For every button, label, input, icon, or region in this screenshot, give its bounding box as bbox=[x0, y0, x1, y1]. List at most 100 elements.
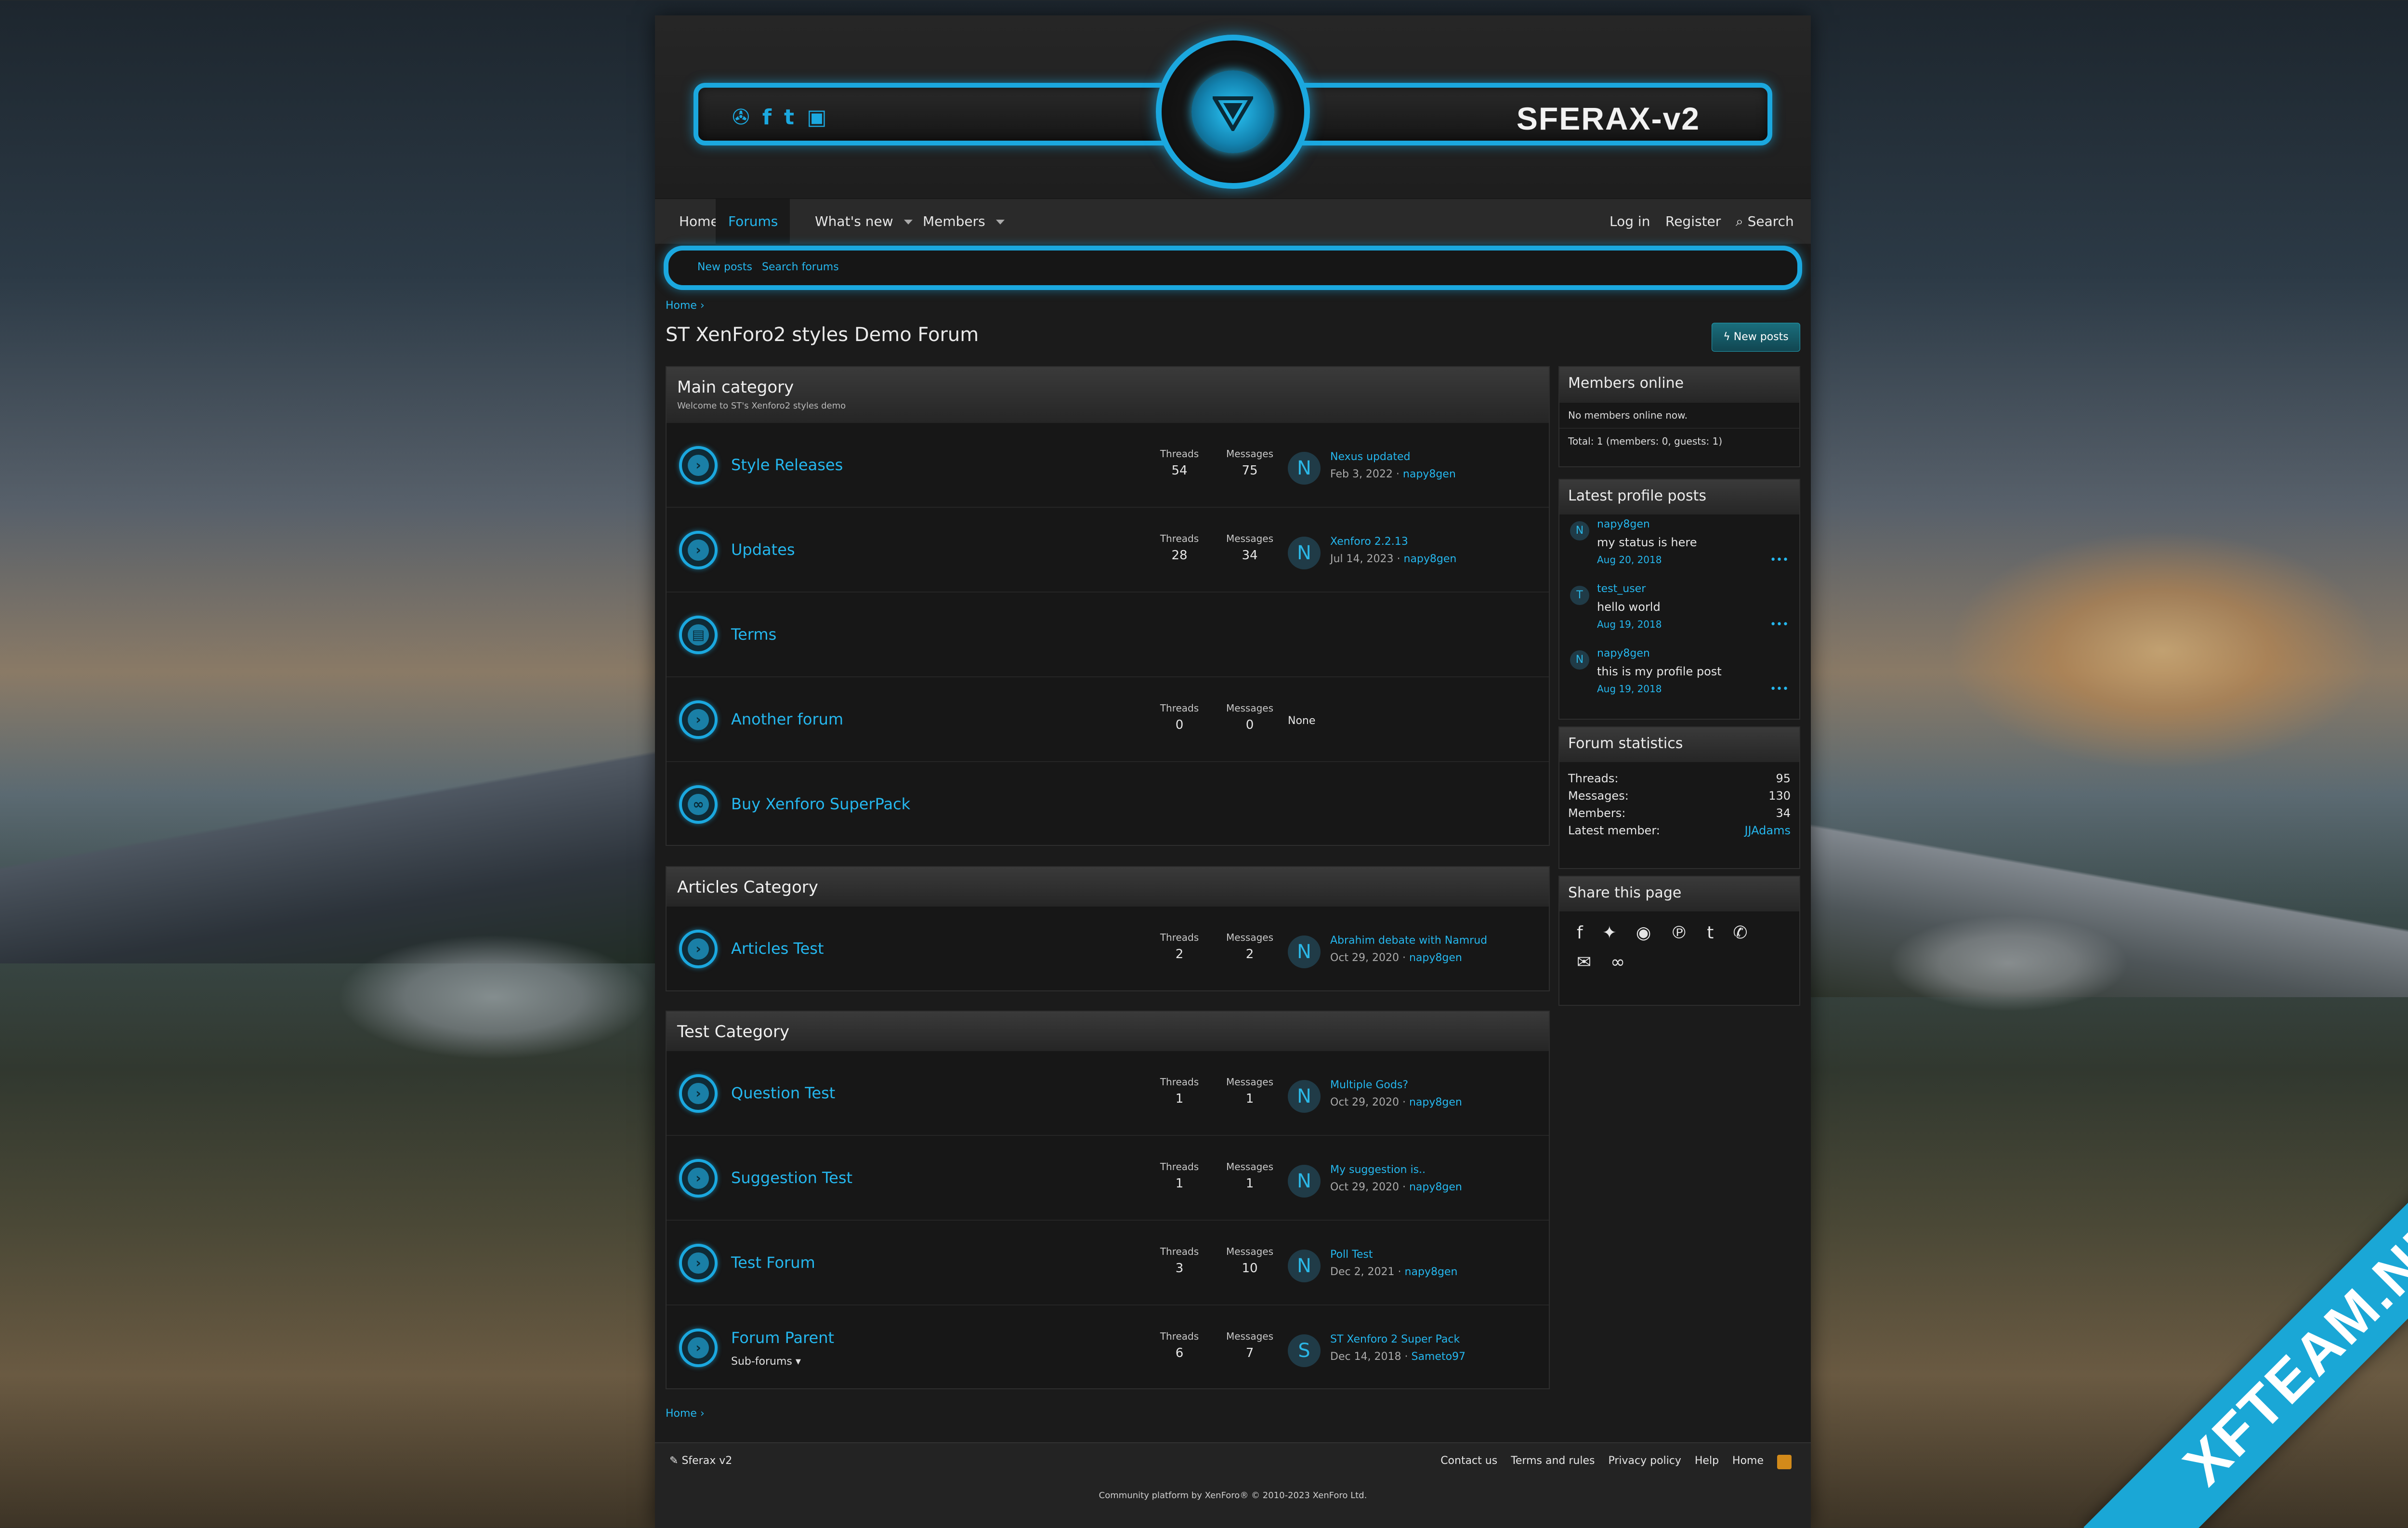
nav-whats-new[interactable]: What's new bbox=[802, 199, 925, 244]
forum-title[interactable]: Terms bbox=[731, 625, 776, 644]
last-post-title[interactable]: Nexus updated bbox=[1330, 451, 1411, 463]
forum-title[interactable]: Test Forum bbox=[731, 1253, 815, 1272]
last-post-title[interactable]: Xenforo 2.2.13 bbox=[1330, 536, 1408, 548]
subnav-search-forums[interactable]: Search forums bbox=[762, 261, 839, 273]
forum-title[interactable]: Suggestion Test bbox=[731, 1169, 852, 1187]
footer-home[interactable]: Home bbox=[1732, 1455, 1764, 1469]
widget-profile-posts: Latest profile posts N napy8gen my statu… bbox=[1558, 479, 1800, 720]
twitter-icon[interactable]: t bbox=[784, 107, 794, 128]
email-icon[interactable]: ✉ bbox=[1577, 952, 1591, 972]
avatar[interactable]: N bbox=[1288, 1165, 1321, 1198]
nav-members[interactable]: Members bbox=[910, 199, 1017, 244]
footer-contact[interactable]: Contact us bbox=[1440, 1455, 1497, 1469]
rss-icon[interactable] bbox=[1777, 1455, 1792, 1469]
widget-title[interactable]: Members online bbox=[1559, 367, 1799, 402]
forum-title[interactable]: Buy Xenforo SuperPack bbox=[731, 795, 910, 813]
forum-title[interactable]: Question Test bbox=[731, 1084, 835, 1102]
new-posts-button[interactable]: ϟ New posts bbox=[1712, 323, 1800, 352]
messages-count: 0 bbox=[1245, 718, 1254, 732]
last-post-meta: Jul 14, 2023 · napy8gen bbox=[1330, 553, 1457, 565]
profile-post-user[interactable]: test_user bbox=[1597, 583, 1646, 595]
subforums-toggle[interactable]: Sub-forums ▾ bbox=[731, 1356, 801, 1368]
profile-post-user[interactable]: napy8gen bbox=[1597, 518, 1650, 530]
share-buttons-row2: ✉ ∞ bbox=[1559, 948, 1799, 978]
last-post-title[interactable]: Poll Test bbox=[1330, 1249, 1373, 1261]
facebook-icon[interactable]: f bbox=[1577, 923, 1583, 943]
footer-help[interactable]: Help bbox=[1695, 1455, 1719, 1469]
profile-post-date[interactable]: Aug 20, 2018 bbox=[1597, 554, 1662, 566]
profile-post: T test_user hello world Aug 19, 2018 ••• bbox=[1559, 579, 1799, 644]
brush-icon: ✎ bbox=[669, 1455, 682, 1467]
last-post-user[interactable]: Sameto97 bbox=[1412, 1351, 1466, 1363]
sub-nav: New posts Search forums bbox=[664, 246, 1802, 290]
messages-label: Messages bbox=[1226, 533, 1274, 544]
stat-row: Threads: 95 bbox=[1568, 772, 1791, 785]
forum-title[interactable]: Updates bbox=[731, 540, 795, 559]
profile-post: N napy8gen my status is here Aug 20, 201… bbox=[1559, 514, 1799, 579]
steam-icon[interactable]: ✇ bbox=[732, 107, 750, 128]
more-icon[interactable]: ••• bbox=[1770, 683, 1789, 695]
avatar[interactable]: N bbox=[1288, 452, 1321, 485]
avatar[interactable]: N bbox=[1288, 537, 1321, 569]
profile-post-date[interactable]: Aug 19, 2018 bbox=[1597, 619, 1662, 630]
footer-privacy[interactable]: Privacy policy bbox=[1608, 1455, 1681, 1469]
avatar[interactable]: N bbox=[1288, 935, 1321, 968]
profile-post-user[interactable]: napy8gen bbox=[1597, 647, 1650, 659]
avatar[interactable]: S bbox=[1288, 1334, 1321, 1367]
avatar[interactable]: N bbox=[1570, 521, 1589, 540]
facebook-icon[interactable]: f bbox=[762, 107, 772, 128]
nav-forums[interactable]: Forums bbox=[716, 199, 790, 244]
nav-register[interactable]: Register bbox=[1653, 199, 1733, 244]
breadcrumb-footer[interactable]: Home › bbox=[666, 1408, 705, 1420]
style-chooser[interactable]: ✎ Sferax v2 bbox=[669, 1455, 732, 1467]
pinterest-icon[interactable]: ℗ bbox=[1670, 923, 1688, 943]
last-post-title[interactable]: My suggestion is.. bbox=[1330, 1164, 1426, 1176]
threads-label: Threads bbox=[1160, 702, 1199, 714]
forum-title[interactable]: Forum Parent bbox=[731, 1329, 834, 1347]
twitter-icon[interactable]: ✦ bbox=[1602, 923, 1617, 943]
threads-label: Threads bbox=[1160, 1161, 1199, 1172]
more-icon[interactable]: ••• bbox=[1770, 554, 1789, 566]
link-icon[interactable]: ∞ bbox=[1610, 952, 1625, 972]
page-title: ST XenForo2 styles Demo Forum bbox=[666, 324, 979, 346]
avatar[interactable]: N bbox=[1570, 650, 1589, 670]
category-header: Articles Category bbox=[667, 867, 1549, 906]
whatsapp-icon[interactable]: ✆ bbox=[1733, 923, 1747, 943]
site-brand[interactable]: SFERAX-v2 bbox=[1517, 100, 1700, 137]
last-post-title[interactable]: Abrahim debate with Namrud bbox=[1330, 935, 1487, 947]
avatar[interactable]: T bbox=[1570, 586, 1589, 605]
category-title[interactable]: Main category bbox=[677, 378, 1538, 397]
category-description: Welcome to ST's Xenforo2 styles demo bbox=[677, 401, 846, 411]
forum-title[interactable]: Articles Test bbox=[731, 939, 824, 958]
nav-search[interactable]: ⌕ Search bbox=[1723, 199, 1806, 244]
tumblr-icon[interactable]: t bbox=[1707, 923, 1714, 943]
last-post-user[interactable]: napy8gen bbox=[1409, 1181, 1462, 1193]
last-post-title[interactable]: Multiple Gods? bbox=[1330, 1079, 1408, 1091]
forum-title[interactable]: Style Releases bbox=[731, 456, 843, 474]
last-post-user[interactable]: napy8gen bbox=[1403, 468, 1456, 480]
latest-member-link[interactable]: JJAdams bbox=[1744, 824, 1791, 837]
messages-count: 34 bbox=[1242, 548, 1258, 563]
last-post-user[interactable]: napy8gen bbox=[1409, 1096, 1462, 1108]
profile-post-date[interactable]: Aug 19, 2018 bbox=[1597, 683, 1662, 695]
last-post-title[interactable]: ST Xenforo 2 Super Pack bbox=[1330, 1333, 1460, 1345]
avatar[interactable]: N bbox=[1288, 1080, 1321, 1113]
logo-emblem[interactable] bbox=[1156, 35, 1310, 189]
more-icon[interactable]: ••• bbox=[1770, 619, 1789, 631]
widget-title[interactable]: Latest profile posts bbox=[1559, 480, 1799, 514]
avatar[interactable]: N bbox=[1288, 1250, 1321, 1282]
last-post-user[interactable]: napy8gen bbox=[1409, 952, 1462, 964]
category-title[interactable]: Test Category bbox=[677, 1022, 1538, 1041]
threads-label: Threads bbox=[1160, 448, 1199, 460]
site-header: ✇ f t ▣ SFERAX-v2 bbox=[655, 15, 1811, 198]
widget-title[interactable]: Forum statistics bbox=[1559, 727, 1799, 762]
footer-terms[interactable]: Terms and rules bbox=[1511, 1455, 1595, 1469]
last-post-user[interactable]: napy8gen bbox=[1405, 1266, 1458, 1278]
youtube-icon[interactable]: ▣ bbox=[807, 107, 827, 128]
last-post-user[interactable]: napy8gen bbox=[1404, 553, 1457, 565]
subnav-new-posts[interactable]: New posts bbox=[697, 261, 752, 273]
forum-title[interactable]: Another forum bbox=[731, 710, 843, 728]
breadcrumb[interactable]: Home › bbox=[666, 300, 705, 312]
category-title[interactable]: Articles Category bbox=[677, 878, 1538, 897]
reddit-icon[interactable]: ◉ bbox=[1636, 923, 1651, 943]
